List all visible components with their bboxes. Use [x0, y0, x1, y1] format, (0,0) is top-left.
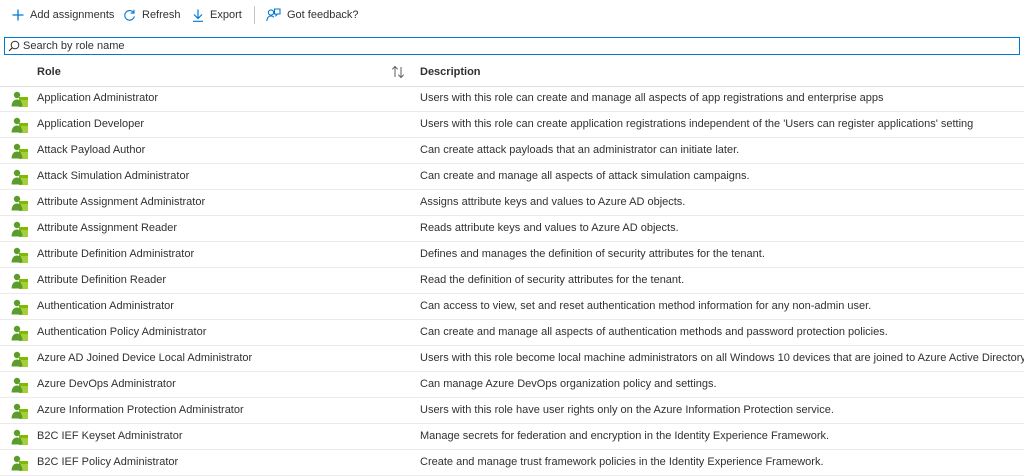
search-icon: [8, 40, 20, 52]
role-description: Users with this role can create and mana…: [420, 92, 884, 104]
role-user-icon: [11, 143, 28, 159]
role-name[interactable]: Authentication Policy Administrator: [37, 326, 206, 338]
role-name[interactable]: Azure DevOps Administrator: [37, 378, 176, 390]
role-user-icon: [11, 169, 28, 185]
search-input[interactable]: [23, 38, 1013, 54]
role-name[interactable]: Azure Information Protection Administrat…: [37, 404, 244, 416]
role-description: Users with this role become local machin…: [420, 352, 1024, 364]
download-icon: [193, 9, 203, 22]
role-user-icon: [11, 299, 28, 315]
roles-table-body: Application Administrator Users with this…: [0, 86, 1024, 476]
table-header: Role Description: [0, 60, 1024, 87]
role-name[interactable]: Attribute Definition Administrator: [37, 248, 194, 260]
table-row[interactable]: Attribute Assignment Administrator Assign…: [0, 190, 1024, 216]
feedback-label: Got feedback?: [287, 9, 359, 21]
role-name[interactable]: Authentication Administrator: [37, 300, 174, 312]
role-description: Can manage Azure DevOps organization pol…: [420, 378, 717, 390]
table-row[interactable]: B2C IEF Policy Administrator Create and m…: [0, 450, 1024, 476]
role-user-icon: [11, 403, 28, 419]
role-description: Create and manage trust framework polici…: [420, 456, 824, 468]
role-user-icon: [11, 221, 28, 237]
table-row[interactable]: Attack Payload Author Can create attack p…: [0, 138, 1024, 164]
role-name[interactable]: Attribute Assignment Administrator: [37, 196, 205, 208]
table-row[interactable]: Azure AD Joined Device Local Administrat…: [0, 346, 1024, 372]
role-description: Can create and manage all aspects of aut…: [420, 326, 888, 338]
feedback-icon: [266, 8, 281, 22]
role-user-icon: [11, 429, 28, 445]
role-description: Assigns attribute keys and values to Azu…: [420, 196, 686, 208]
table-row[interactable]: B2C IEF Keyset Administrator Manage secre…: [0, 424, 1024, 450]
export-label: Export: [210, 9, 242, 21]
feedback-button[interactable]: Got feedback?: [266, 7, 359, 23]
refresh-icon: [124, 9, 135, 21]
role-name[interactable]: Azure AD Joined Device Local Administrat…: [37, 352, 252, 364]
sort-icon[interactable]: [390, 64, 406, 80]
role-name[interactable]: B2C IEF Policy Administrator: [37, 456, 178, 468]
column-header-role[interactable]: Role: [37, 66, 61, 78]
role-description: Manage secrets for federation and encryp…: [420, 430, 830, 442]
role-user-icon: [11, 273, 28, 289]
role-user-icon: [11, 117, 28, 133]
role-description: Users with this role can create applicat…: [420, 118, 974, 130]
toolbar-divider: [254, 6, 255, 24]
command-bar: Add assignments Refresh Export Got feedb…: [0, 0, 1024, 30]
role-name[interactable]: Attack Payload Author: [37, 144, 145, 156]
table-row[interactable]: Attack Simulation Administrator Can creat…: [0, 164, 1024, 190]
table-row[interactable]: Application Administrator Users with this…: [0, 86, 1024, 112]
role-description: Can access to view, set and reset authen…: [420, 300, 872, 312]
role-name[interactable]: B2C IEF Keyset Administrator: [37, 430, 183, 442]
add-assignments-button[interactable]: Add assignments: [12, 7, 114, 23]
role-user-icon: [11, 377, 28, 393]
role-name[interactable]: Application Developer: [37, 118, 144, 130]
column-header-description[interactable]: Description: [420, 66, 481, 78]
role-name[interactable]: Application Administrator: [37, 92, 158, 104]
role-description: Read the definition of security attribut…: [420, 274, 685, 286]
role-name[interactable]: Attribute Definition Reader: [37, 274, 166, 286]
role-description: Reads attribute keys and values to Azure…: [420, 222, 679, 234]
table-row[interactable]: Attribute Definition Reader Read the defi…: [0, 268, 1024, 294]
role-name[interactable]: Attribute Assignment Reader: [37, 222, 177, 234]
export-button[interactable]: Export: [192, 7, 242, 23]
table-row[interactable]: Azure Information Protection Administrat…: [0, 398, 1024, 424]
role-user-icon: [11, 325, 28, 341]
refresh-label: Refresh: [142, 9, 181, 21]
table-row[interactable]: Authentication Policy Administrator Can c…: [0, 320, 1024, 346]
role-name[interactable]: Attack Simulation Administrator: [37, 170, 189, 182]
search-box: [4, 37, 1020, 55]
role-user-icon: [11, 247, 28, 263]
refresh-button[interactable]: Refresh: [123, 7, 181, 23]
table-row[interactable]: Authentication Administrator Can access t…: [0, 294, 1024, 320]
table-row[interactable]: Application Developer Users with this rol…: [0, 112, 1024, 138]
table-row[interactable]: Attribute Definition Administrator Define…: [0, 242, 1024, 268]
add-assignments-label: Add assignments: [30, 9, 115, 21]
role-user-icon: [11, 91, 28, 107]
role-description: Can create and manage all aspects of att…: [420, 170, 750, 182]
role-description: Defines and manages the definition of se…: [420, 248, 765, 260]
plus-icon: [12, 9, 24, 21]
role-description: Users with this role have user rights on…: [420, 404, 834, 416]
role-user-icon: [11, 455, 28, 471]
role-user-icon: [11, 351, 28, 367]
role-description: Can create attack payloads that an admin…: [420, 144, 740, 156]
table-row[interactable]: Azure DevOps Administrator Can manage Azu…: [0, 372, 1024, 398]
role-user-icon: [11, 195, 28, 211]
table-row[interactable]: Attribute Assignment Reader Reads attribu…: [0, 216, 1024, 242]
